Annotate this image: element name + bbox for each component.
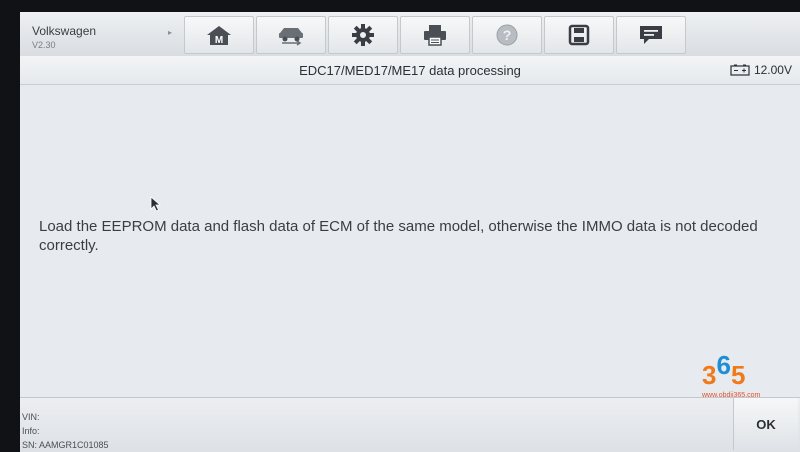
main-content: Load the EEPROM data and flash data of E…: [20, 85, 800, 397]
vehicle-swap-icon: [279, 28, 303, 46]
vin-label: VIN:: [22, 412, 40, 422]
home-icon: M: [207, 26, 231, 46]
svg-text:?: ?: [503, 27, 512, 43]
settings-button[interactable]: [328, 16, 398, 54]
printer-icon: [424, 25, 446, 46]
save-button[interactable]: [544, 16, 614, 54]
gear-icon: [352, 24, 374, 46]
brand-version: V2.30: [32, 40, 56, 50]
vehicle-info: VIN: Info: SN: AAMGR1C01085: [22, 410, 109, 452]
watermark-digit-1: 3: [702, 360, 717, 390]
print-button[interactable]: [400, 16, 470, 54]
watermark-url: www.obdii365.com: [702, 392, 761, 399]
breadcrumb-arrow-icon: ▸: [168, 28, 173, 37]
app-screen: Volkswagen V2.30 ▸ M ? EDC17/MED17/ME17 …: [20, 12, 800, 452]
help-icon: ?: [496, 24, 518, 46]
help-button[interactable]: ?: [472, 16, 542, 54]
brand: Volkswagen V2.30: [32, 24, 96, 50]
serial-number: SN: AAMGR1C01085: [22, 440, 109, 450]
instruction-message: Load the EEPROM data and flash data of E…: [39, 218, 758, 254]
info-label: Info:: [22, 426, 40, 436]
mouse-pointer-icon: [150, 196, 162, 212]
battery-status: 12.00V: [730, 63, 792, 77]
status-bar: VIN: Info: SN: AAMGR1C01085 OK: [20, 397, 800, 452]
watermark-logo: 3 6 5 www.obdii365.com: [702, 350, 786, 430]
vehicle-swap-button[interactable]: [256, 16, 326, 54]
title-bar: EDC17/MED17/ME17 data processing 12.00V: [20, 56, 800, 85]
brand-name: Volkswagen: [32, 24, 97, 38]
message-button[interactable]: [616, 16, 686, 54]
top-bar: Volkswagen V2.30 ▸ M ?: [20, 12, 800, 57]
message-icon: [640, 26, 662, 44]
battery-icon: [730, 64, 750, 76]
home-button[interactable]: M: [184, 16, 254, 54]
page-title: EDC17/MED17/ME17 data processing: [299, 63, 521, 78]
save-icon: [568, 24, 590, 46]
watermark-digit-2: 6: [716, 350, 731, 380]
toolbar: M ?: [184, 16, 686, 54]
watermark-digit-3: 5: [730, 360, 746, 390]
home-label: M: [215, 35, 223, 46]
battery-voltage: 12.00V: [753, 63, 792, 77]
